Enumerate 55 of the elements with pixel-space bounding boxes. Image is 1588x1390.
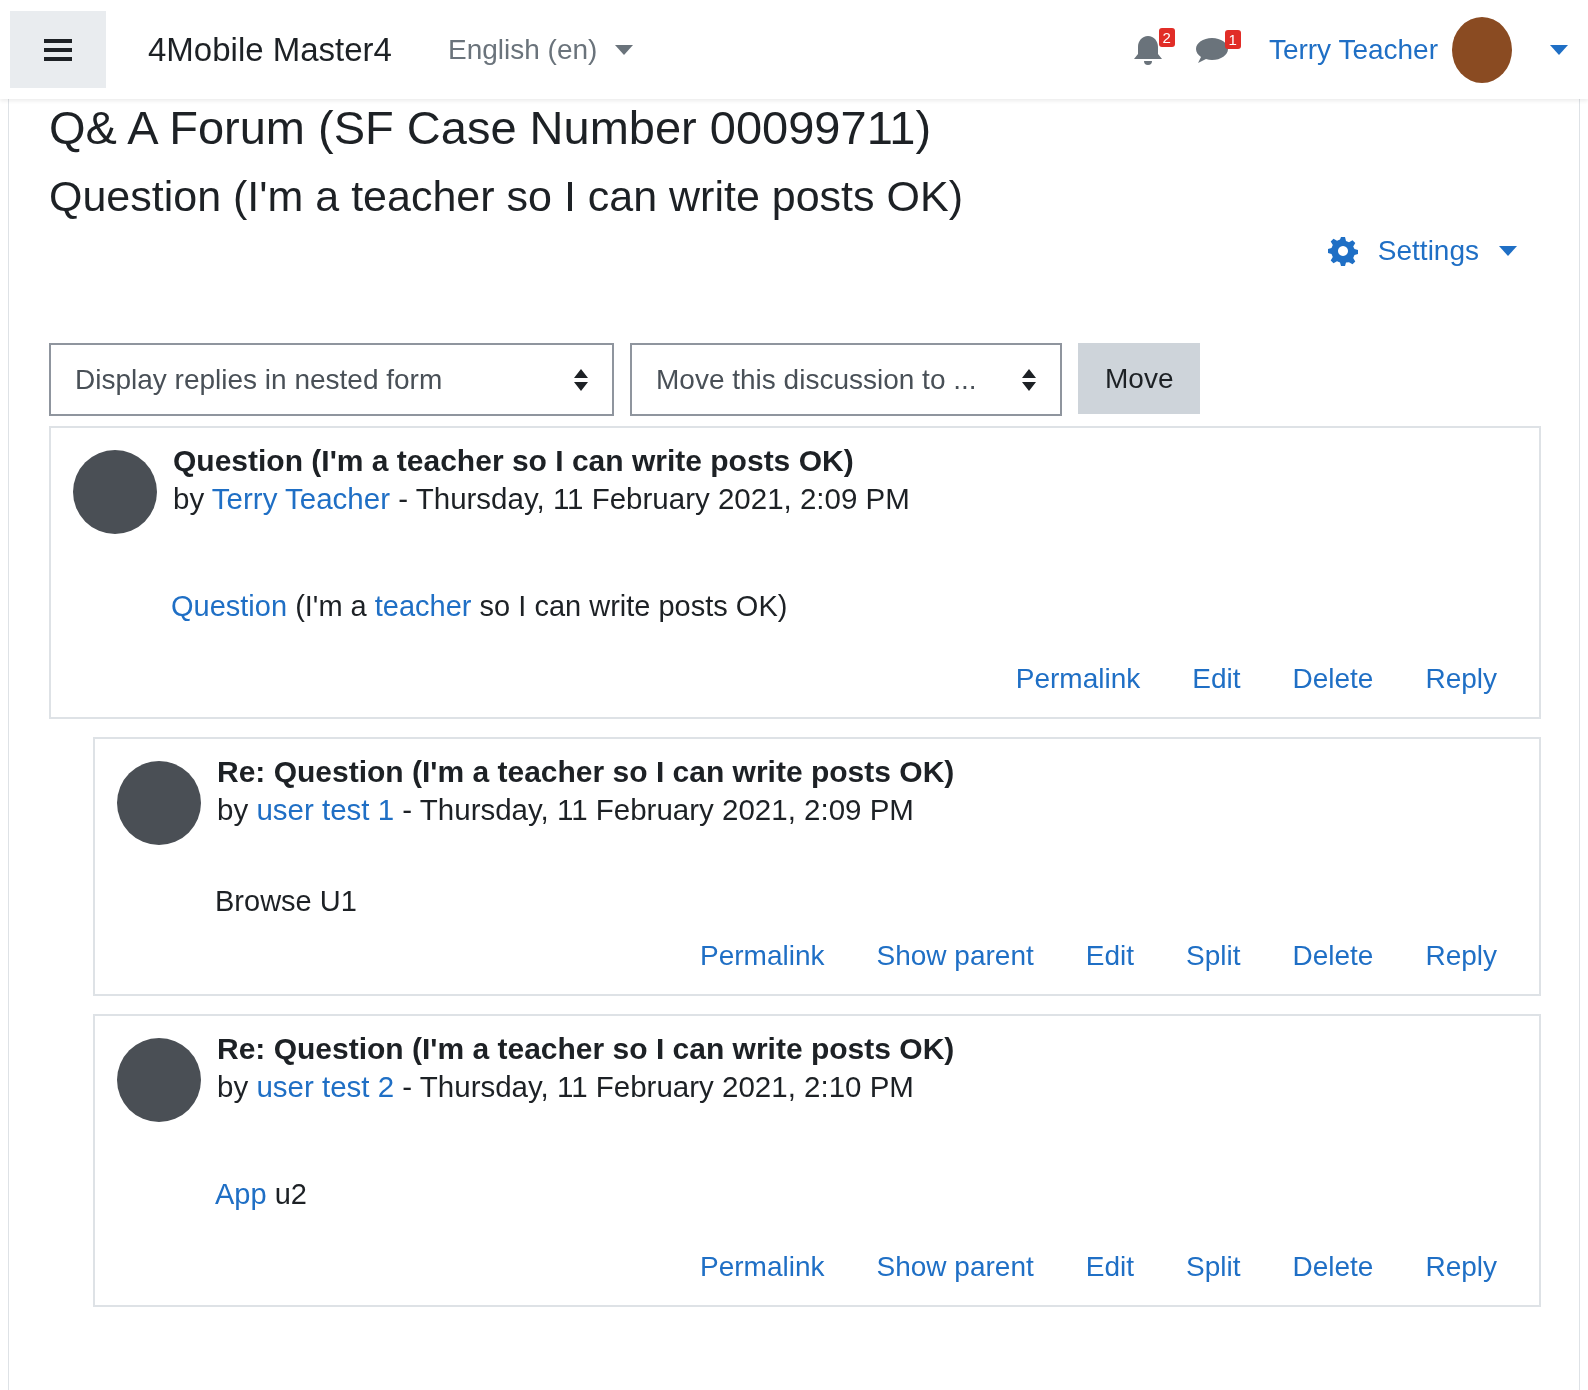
post-action-link[interactable]: Permalink: [700, 1251, 825, 1283]
caret-icon: [1499, 246, 1517, 256]
sort-arrows-icon: [574, 368, 588, 391]
by-label: by: [217, 1070, 249, 1103]
post-action-link[interactable]: Edit: [1192, 663, 1241, 695]
notification-count: 2: [1158, 27, 1175, 47]
post-subject: Question (I'm a teacher so I can write posts OK): [173, 444, 855, 478]
post-action-link[interactable]: Show parent: [876, 1251, 1034, 1283]
post-action-link[interactable]: Permalink: [700, 940, 825, 972]
author-link[interactable]: user test 1: [256, 793, 395, 826]
user-name[interactable]: Terry Teacher: [1268, 33, 1438, 66]
chat-bubble-icon[interactable]: [1194, 35, 1229, 64]
post-action-link[interactable]: Reply: [1425, 940, 1497, 972]
post-message: Question (I'm a teacher so I can write posts OK): [171, 590, 789, 623]
post-action-link[interactable]: Show parent: [876, 940, 1034, 972]
post-date: - Thursday, 11 February 2021, 2:09 PM: [402, 793, 914, 826]
settings-menu[interactable]: Settings: [1327, 235, 1517, 267]
post-action-link[interactable]: Split: [1186, 940, 1241, 972]
post-date: - Thursday, 11 February 2021, 2:10 PM: [402, 1070, 914, 1103]
display-mode-select[interactable]: Display replies in nested form: [49, 343, 614, 416]
message-link[interactable]: App: [215, 1178, 267, 1210]
move-button[interactable]: Move: [1078, 343, 1201, 414]
move-target-select[interactable]: Move this discussion to ...: [630, 343, 1062, 416]
post-action-link[interactable]: Delete: [1292, 940, 1374, 972]
by-label: by: [173, 482, 205, 515]
sort-arrows-icon: [1022, 368, 1036, 391]
caret-icon[interactable]: [1550, 44, 1568, 55]
post-subject: Re: Question (I'm a teacher so I can write posts OK): [217, 755, 955, 789]
post-message: App u2: [215, 1178, 308, 1211]
menu-button[interactable]: [10, 11, 106, 88]
by-label: by: [217, 793, 249, 826]
message-link[interactable]: Question: [171, 590, 288, 622]
post-action-link[interactable]: Permalink: [1015, 663, 1141, 695]
post-action-link[interactable]: Delete: [1292, 663, 1374, 695]
page-title: Q& A Forum (SF Case Number 00099711): [49, 100, 933, 155]
message-count: 1: [1224, 29, 1241, 49]
post-action-link[interactable]: Reply: [1425, 663, 1497, 695]
post-action-link[interactable]: Reply: [1425, 1251, 1497, 1283]
bell-icon[interactable]: [1132, 33, 1163, 66]
post-action-link[interactable]: Delete: [1292, 1251, 1374, 1283]
message-link[interactable]: teacher: [374, 590, 472, 622]
language-menu[interactable]: English (en): [447, 33, 634, 66]
post-action-link[interactable]: Split: [1186, 1251, 1241, 1283]
post-subject: Re: Question (I'm a teacher so I can write posts OK): [217, 1032, 955, 1066]
settings-icon: [1327, 236, 1358, 266]
post-action-link[interactable]: Edit: [1085, 1251, 1134, 1283]
caret-icon: [615, 44, 634, 55]
menu-icon: [44, 37, 72, 62]
post-message: Browse U1: [215, 885, 358, 918]
post-date: - Thursday, 11 February 2021, 2:09 PM: [398, 482, 910, 515]
discussion-title: Question (I'm a teacher so I can write posts OK): [49, 171, 964, 221]
post-action-link[interactable]: Edit: [1085, 940, 1134, 972]
site-name[interactable]: 4Mobile Master4: [148, 30, 392, 69]
author-link[interactable]: user test 2: [256, 1070, 395, 1103]
author-link[interactable]: Terry Teacher: [211, 482, 390, 515]
